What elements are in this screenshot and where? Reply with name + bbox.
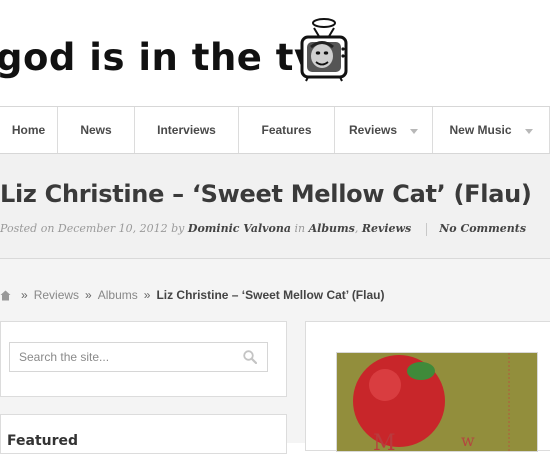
in-label: in [294, 222, 306, 235]
nav-item-label: Interviews [157, 123, 216, 137]
breadcrumb-separator: » [85, 288, 92, 302]
nav-item-label: New Music [449, 123, 512, 137]
breadcrumb-separator: » [143, 288, 151, 302]
post-content-box: M w [305, 321, 550, 452]
album-cover-image[interactable]: M w [336, 352, 538, 452]
post-header: Liz Christine – ‘Sweet Mellow Cat’ (Flau… [0, 154, 550, 259]
comments-link[interactable]: No Comments [439, 222, 526, 235]
post-meta: Posted on December 10, 2012 by Dominic V… [0, 222, 526, 236]
home-icon[interactable] [0, 290, 11, 301]
nav-item-new-music[interactable]: New Music [433, 107, 550, 153]
category-separator: , [354, 222, 359, 235]
site-logo-text[interactable]: god is in the tv [0, 36, 319, 80]
category-link-albums[interactable]: Albums [309, 222, 355, 235]
nav-item-label: Features [261, 123, 312, 137]
post-title: Liz Christine – ‘Sweet Mellow Cat’ (Flau… [0, 180, 532, 208]
tv-head-halo-icon[interactable] [298, 14, 350, 82]
post-date: December 10, 2012 [57, 222, 168, 235]
nav-item-home[interactable]: Home [0, 107, 58, 153]
nav-item-news[interactable]: News [58, 107, 135, 153]
album-cover-art: M w [337, 353, 537, 452]
widget-title: Featured [7, 433, 79, 449]
svg-text:w: w [461, 431, 475, 450]
site-header: god is in the tv [0, 0, 550, 106]
breadcrumb: » Reviews » Albums » Liz Christine – ‘Sw… [0, 288, 384, 302]
breadcrumb-link-reviews[interactable]: Reviews [34, 288, 79, 302]
author-link[interactable]: Dominic Valvona [188, 222, 291, 235]
search-icon[interactable] [243, 350, 257, 364]
nav-item-interviews[interactable]: Interviews [135, 107, 239, 153]
main-nav: Home News Interviews Features Reviews Ne… [0, 106, 550, 154]
search-box [9, 342, 268, 372]
breadcrumb-separator: » [21, 288, 28, 302]
svg-text:M: M [373, 431, 396, 452]
search-input[interactable] [10, 343, 239, 371]
breadcrumb-link-albums[interactable]: Albums [98, 288, 138, 302]
category-link-reviews[interactable]: Reviews [362, 222, 411, 235]
nav-item-label: News [80, 123, 112, 137]
chevron-down-icon [524, 128, 533, 134]
nav-item-label: Home [11, 123, 46, 137]
posted-on-label: Posted on [0, 222, 55, 235]
featured-widget: Featured [0, 414, 287, 454]
nav-item-reviews[interactable]: Reviews [335, 107, 433, 153]
nav-item-features[interactable]: Features [239, 107, 335, 153]
search-widget [0, 321, 287, 397]
meta-divider [425, 222, 427, 236]
by-label: by [171, 222, 185, 235]
chevron-down-icon [410, 128, 419, 134]
nav-item-label: Reviews [348, 123, 398, 137]
breadcrumb-current: Liz Christine – ‘Sweet Mellow Cat’ (Flau… [156, 288, 385, 302]
